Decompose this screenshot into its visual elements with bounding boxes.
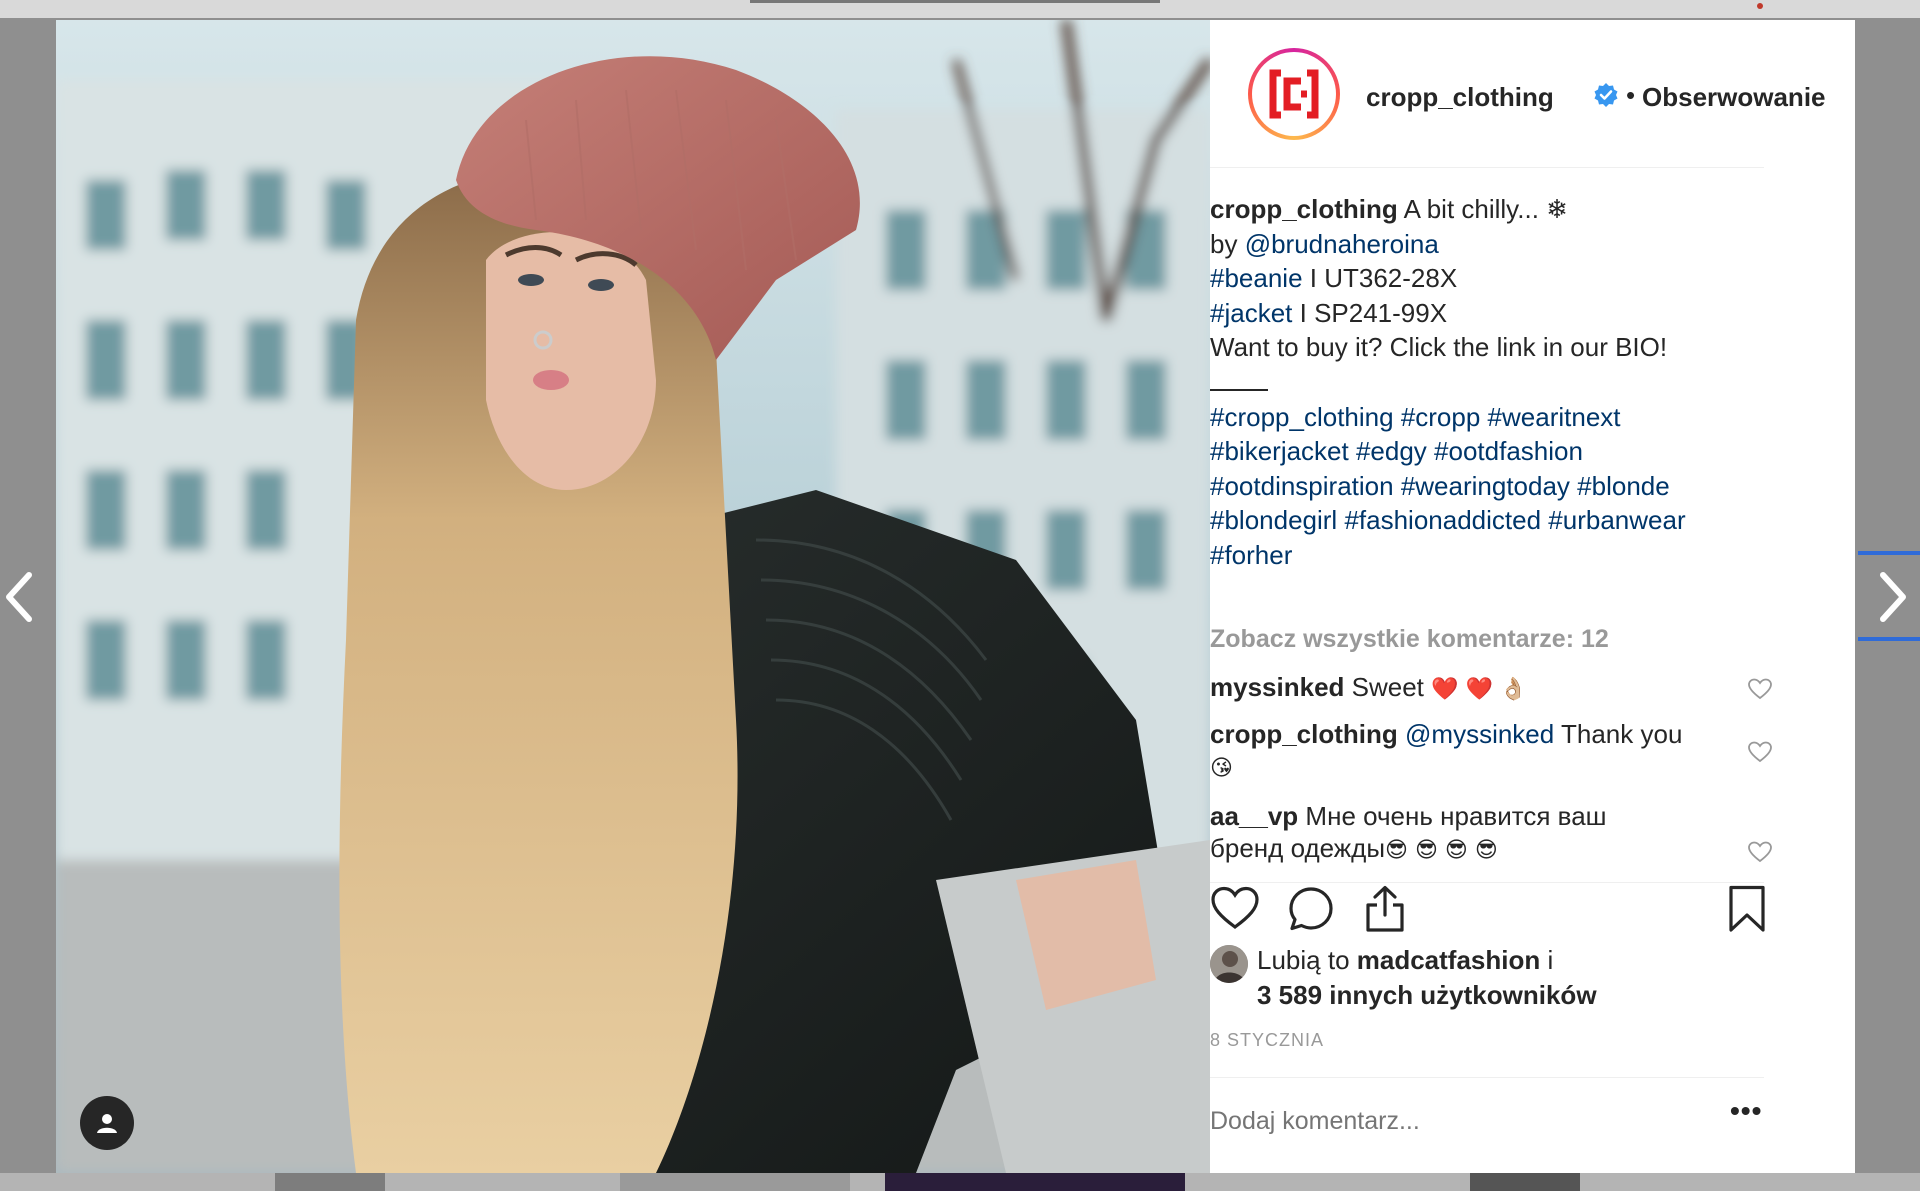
comment-like-heart-icon[interactable] <box>1748 678 1772 700</box>
bookmark-icon[interactable] <box>1722 884 1772 934</box>
liker-username[interactable]: madcatfashion <box>1357 945 1541 975</box>
likes-line-1: Lubią to madcatfashion i <box>1257 943 1553 978</box>
comment-text-continued: бренд одежды <box>1210 833 1386 863</box>
user-icon <box>97 1114 117 1133</box>
comment-author[interactable]: aa__vp <box>1210 801 1298 831</box>
comment-bubble-icon[interactable] <box>1286 884 1336 934</box>
caption-cta: Want to buy it? Click the link in our BI… <box>1210 332 1668 363</box>
caption-block: cropp_clothing A bit chilly... ❄ by @bru… <box>1210 192 1770 573</box>
hashtag-link[interactable]: #cropp_clothing <box>1210 402 1394 432</box>
hashtag-link[interactable]: #urbanwear <box>1548 505 1685 535</box>
heart-icon[interactable] <box>1210 884 1260 934</box>
caption-text: A bit chilly... ❄ <box>1403 194 1568 224</box>
likes-suffix: i <box>1547 945 1554 975</box>
hashtag-link[interactable]: #blonde <box>1577 471 1670 501</box>
chevron-left-icon <box>6 572 32 622</box>
hashtag-link[interactable]: #wearitnext <box>1488 402 1621 432</box>
background-thumbnails-strip <box>0 1173 1920 1191</box>
hashtag-link[interactable]: #beanie <box>1210 263 1303 293</box>
hashtag-link[interactable]: #cropp <box>1401 402 1481 432</box>
chevron-right-icon <box>1880 572 1906 622</box>
follow-status-button[interactable]: Obserwowanie <box>1642 82 1826 113</box>
hashtag-link[interactable]: #edgy <box>1356 436 1427 466</box>
post-header: cropp_clothing • Obserwowanie <box>1210 20 1855 168</box>
hashtag-link[interactable]: #jacket <box>1210 298 1292 328</box>
caption-mention[interactable]: @brudnaheroina <box>1245 229 1439 259</box>
hashtag-link[interactable]: #wearingtoday <box>1401 471 1570 501</box>
hashtag-line: #cropp_clothing #cropp #wearitnext <box>1210 400 1770 435</box>
more-options-button[interactable]: ••• <box>1730 1097 1770 1132</box>
comment-item: myssinked Sweet ❤️ ❤️ 👌🏼 <box>1210 671 1730 706</box>
author-username[interactable]: cropp_clothing <box>1366 82 1554 113</box>
caption-line-3: #beanie I UT362-28X <box>1210 261 1770 296</box>
cropp-logo-icon <box>1269 69 1319 119</box>
background-page-strip <box>0 0 1920 18</box>
post-sidebar: cropp_clothing • Obserwowanie cropp_clot… <box>1210 20 1855 1173</box>
comment-like-heart-icon[interactable] <box>1748 741 1772 763</box>
author-avatar[interactable] <box>1248 48 1340 140</box>
comment-emoji: 😘 <box>1210 756 1233 781</box>
hashtag-link[interactable]: #fashionaddicted <box>1344 505 1541 535</box>
hashtag-link[interactable]: #ootdfashion <box>1434 436 1583 466</box>
likes-count[interactable]: 3 589 innych użytkowników <box>1257 978 1597 1013</box>
comment-item: aa__vp Мне очень нравится ваш бренд одеж… <box>1210 800 1730 883</box>
caption-rule <box>1210 369 1268 391</box>
hashtag-link[interactable]: #blondegirl <box>1210 505 1337 535</box>
add-comment-input[interactable] <box>1210 1107 1680 1136</box>
post-photo[interactable] <box>56 20 1210 1173</box>
comment-author[interactable]: cropp_clothing <box>1210 719 1398 749</box>
hashtag-line: #blondegirl #fashionaddicted #urbanwear <box>1210 503 1770 538</box>
tagged-users-button[interactable] <box>80 1096 134 1150</box>
likes-prefix: Lubią to <box>1257 945 1350 975</box>
view-all-comments-link[interactable]: Zobacz wszystkie komentarze: 12 <box>1210 625 1609 654</box>
comment-text: Thank you <box>1561 719 1683 749</box>
hashtag-link[interactable]: #ootdinspiration <box>1210 471 1394 501</box>
hashtag-line: #ootdinspiration #wearingtoday #blonde <box>1210 469 1770 504</box>
verified-badge-icon <box>1594 83 1618 107</box>
caption-line-1: cropp_clothing A bit chilly... ❄ <box>1210 192 1770 227</box>
product-code: I UT362-28X <box>1309 263 1458 294</box>
post-date[interactable]: 8 STYCZNIA <box>1210 1030 1324 1051</box>
caption-by-prefix: by <box>1210 228 1238 259</box>
hashtag-line: #bikerjacket #edgy #ootdfashion <box>1210 434 1770 469</box>
caption-author[interactable]: cropp_clothing <box>1210 194 1398 224</box>
next-post-button[interactable] <box>1872 562 1912 632</box>
comment-mention[interactable]: @myssinked <box>1405 719 1554 749</box>
caption-rule-line <box>1210 365 1770 400</box>
share-icon[interactable] <box>1360 884 1410 934</box>
hashtag-line: #forher <box>1210 538 1770 573</box>
header-separator: • <box>1626 80 1636 110</box>
comment-emoji: 😎 😎 😎 😎 <box>1385 838 1498 863</box>
hashtag-link[interactable]: #forher <box>1210 540 1292 570</box>
caption-line-2: by @brudnaheroina <box>1210 227 1770 262</box>
post-image <box>56 20 1210 1173</box>
comment-item: cropp_clothing @myssinked Thank you 😘 <box>1210 718 1730 785</box>
comment-text: Мне очень нравится ваш <box>1305 801 1607 831</box>
comment-like-heart-icon[interactable] <box>1748 841 1772 863</box>
header-divider <box>1210 167 1764 168</box>
comment-text: Sweet <box>1351 672 1424 702</box>
liker-avatar[interactable] <box>1210 945 1248 983</box>
comment-emoji: ❤️ ❤️ 👌🏼 <box>1431 677 1528 702</box>
post-actions <box>1210 880 1855 950</box>
footer-divider <box>1210 1077 1764 1078</box>
previous-post-button[interactable] <box>0 562 40 632</box>
caption-line-4: #jacket I SP241-99X <box>1210 296 1770 331</box>
hashtag-link[interactable]: #bikerjacket <box>1210 436 1349 466</box>
comment-author[interactable]: myssinked <box>1210 672 1344 702</box>
product-code: I SP241-99X <box>1299 297 1448 328</box>
post-modal: cropp_clothing • Obserwowanie cropp_clot… <box>56 20 1855 1173</box>
